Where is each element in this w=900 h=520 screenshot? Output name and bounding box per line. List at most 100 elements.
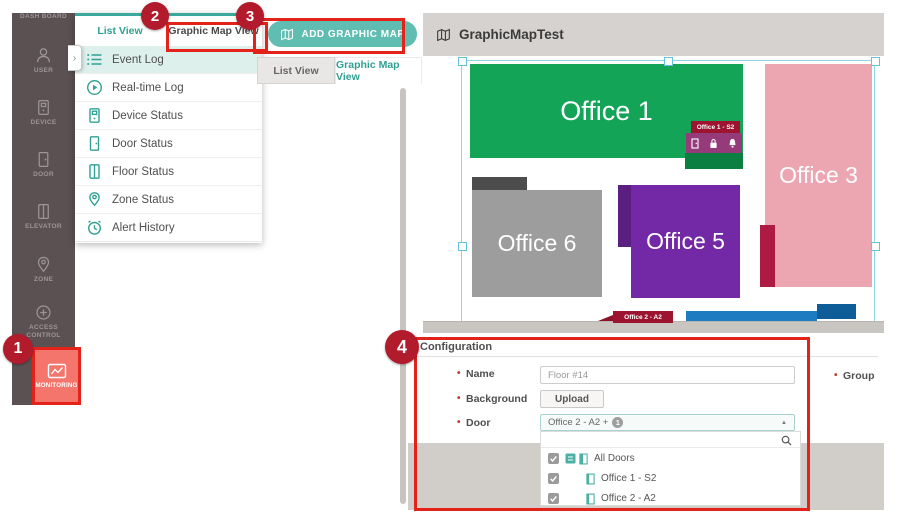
name-input[interactable] (540, 366, 795, 384)
dropdown-search-row[interactable] (541, 432, 800, 448)
room-label: Office 1 (560, 96, 653, 127)
selection-handle[interactable] (871, 57, 880, 66)
chevron-right-icon: › (73, 53, 76, 64)
menu-item-zone-status[interactable]: Zone Status (75, 186, 262, 214)
door-badge-office-2-a2[interactable]: Office 2 - A2 (613, 311, 673, 323)
door-label: Door (466, 417, 491, 429)
sidebar-item-user[interactable]: USER (12, 46, 75, 75)
panel-scrollbar[interactable] (400, 88, 406, 504)
door-group-icon (565, 453, 576, 464)
door-icon (34, 150, 53, 169)
annotation-number: 1 (14, 340, 23, 358)
background-label: Background (466, 393, 527, 405)
lock-icon[interactable] (709, 138, 718, 149)
door-badge-label: Office 1 - S2 (697, 124, 735, 131)
menu-item-alert-history[interactable]: Alert History (75, 214, 262, 242)
sidebar-item-device[interactable]: DEVICE (12, 98, 75, 127)
sidebar-item-label: DASH BOARD (12, 13, 75, 21)
annotation-number: 3 (246, 8, 254, 25)
sidebar-item-label: DEVICE (12, 119, 75, 127)
menu-item-event-log[interactable]: Event Log (75, 46, 262, 74)
required-bullet: • (834, 370, 838, 381)
door-badge-office-1-s2[interactable]: Office 1 - S2 (691, 121, 740, 133)
room-label: Office 6 (498, 230, 577, 257)
group-label: Group (843, 370, 875, 382)
content-tab-list-view[interactable]: List View (257, 57, 335, 84)
annotation-circle-2: 2 (141, 2, 169, 30)
menu-item-floor-status[interactable]: Floor Status (75, 158, 262, 186)
annotation-circle-1: 1 (3, 334, 33, 364)
content-tab-graphic-map-view[interactable]: Graphic Map View (335, 57, 422, 84)
sidebar-item-door[interactable]: DOOR (12, 150, 75, 179)
tab-label: List View (97, 25, 142, 37)
map-room-office-6[interactable]: Office 6 (472, 190, 602, 297)
sidebar-item-elevator[interactable]: ELEVATOR (12, 202, 75, 231)
sidebar-item-zone[interactable]: ZONE (12, 255, 75, 284)
menu-item-label: Device Status (112, 110, 183, 122)
map-room-office-5[interactable]: Office 5 (631, 185, 740, 298)
required-bullet: • (457, 368, 461, 379)
required-bullet: • (457, 417, 461, 428)
door-open-icon[interactable] (691, 138, 699, 149)
tab-label: Graphic Map View (336, 59, 421, 83)
map-icon (280, 28, 294, 41)
checkbox-checked[interactable] (548, 453, 559, 464)
bell-icon[interactable] (728, 138, 737, 149)
map-shape-purple-strip[interactable] (618, 185, 631, 247)
chevron-up-icon: ▲ (781, 420, 787, 426)
real-time-log-icon (86, 79, 103, 96)
name-label: Name (466, 368, 495, 380)
dropdown-item-all-doors[interactable]: All Doors (541, 449, 800, 468)
panel-expander-button[interactable]: › (68, 45, 82, 71)
search-icon[interactable] (781, 435, 792, 446)
map-shape-dark-blue-rect[interactable] (817, 304, 856, 319)
door-select[interactable]: Office 2 - A2 + 1 ▲ (540, 414, 795, 431)
annotation-circle-4: 4 (385, 330, 419, 364)
menu-item-label: Floor Status (112, 166, 174, 178)
map-shape-green-strip[interactable] (685, 153, 743, 169)
map-shape-dark-tab[interactable] (472, 177, 527, 190)
menu-item-label: Zone Status (112, 194, 174, 206)
upload-button[interactable]: Upload (540, 390, 604, 408)
event-log-icon (86, 51, 103, 68)
dropdown-item-label: Office 1 - S2 (601, 473, 656, 484)
menu-item-real-time-log[interactable]: Real-time Log (75, 74, 262, 102)
door-status-icon (86, 135, 103, 152)
dropdown-item-label: Office 2 - A2 (601, 493, 656, 504)
selection-handle[interactable] (458, 242, 467, 251)
map-icon (436, 28, 451, 42)
divider (416, 356, 878, 357)
door-badge-label: Office 2 - A2 (624, 314, 662, 321)
selection-handle[interactable] (458, 57, 467, 66)
alert-history-icon (86, 219, 103, 236)
device-status-icon (86, 107, 103, 124)
device-icon (34, 98, 53, 117)
selection-handle[interactable] (871, 242, 880, 251)
add-graphic-map-label: ADD GRAPHIC MAP (301, 29, 404, 40)
menu-item-device-status[interactable]: Device Status (75, 102, 262, 130)
selection-handle[interactable] (664, 57, 673, 66)
access-control-icon (34, 303, 53, 322)
annotation-circle-3: 3 (236, 2, 264, 30)
sidebar-item-label: USER (12, 67, 75, 75)
checkbox-checked[interactable] (548, 493, 559, 504)
user-icon (34, 46, 53, 65)
door-icon (586, 493, 595, 505)
sidebar-item-dashboard[interactable]: DASH BOARD (12, 11, 75, 21)
menu-item-label: Real-time Log (112, 82, 184, 94)
checkbox-checked[interactable] (548, 473, 559, 484)
door-status-icon-bar (686, 133, 742, 153)
dropdown-item-office-2-a2[interactable]: Office 2 - A2 (541, 489, 800, 508)
add-graphic-map-button[interactable]: ADD GRAPHIC MAP (268, 21, 417, 47)
annotation-number: 2 (151, 8, 159, 25)
map-room-office-3[interactable]: Office 3 (765, 64, 872, 287)
door-select-value: Office 2 - A2 + (548, 417, 608, 428)
room-label: Office 3 (779, 162, 858, 189)
map-shape-crimson-bar[interactable] (760, 225, 775, 287)
dropdown-item-office-1-s2[interactable]: Office 1 - S2 (541, 469, 800, 488)
sidebar-item-label: ELEVATOR (12, 223, 75, 231)
menu-popup: List View Graphic Map View Event Log Rea… (75, 13, 262, 243)
sidebar-item-monitoring[interactable]: MONITORING (32, 347, 81, 405)
menu-item-door-status[interactable]: Door Status (75, 130, 262, 158)
elevator-icon (34, 202, 53, 221)
